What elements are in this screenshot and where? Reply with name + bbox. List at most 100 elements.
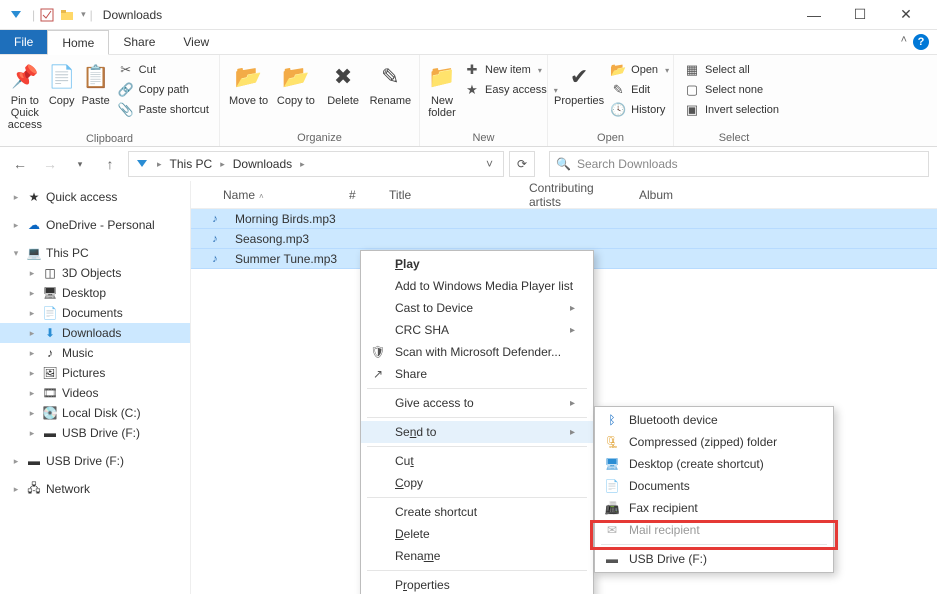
paste-shortcut-button[interactable]: 📎Paste shortcut xyxy=(114,101,213,119)
file-row[interactable]: ♪Morning Birds.mp3 xyxy=(191,209,937,229)
chevron-right-icon[interactable]: ▸ xyxy=(26,328,38,339)
chevron-right-icon[interactable]: ▸ xyxy=(26,428,38,439)
tree-downloads[interactable]: ▸⬇Downloads xyxy=(0,323,190,343)
menu-properties[interactable]: Properties xyxy=(361,574,593,594)
help-icon[interactable]: ? xyxy=(913,34,929,50)
history-button[interactable]: 🕓History xyxy=(606,101,673,119)
tree-quick-access[interactable]: ▸★Quick access xyxy=(0,187,190,207)
open-button[interactable]: 📂Open▾ xyxy=(606,61,673,79)
send-bluetooth[interactable]: ᛒBluetooth device xyxy=(595,409,833,431)
col-name[interactable]: Name˄ xyxy=(191,188,341,202)
tree-3d-objects[interactable]: ▸◫3D Objects xyxy=(0,263,190,283)
chevron-right-icon[interactable]: ▸ xyxy=(26,368,38,379)
menu-add-wmp[interactable]: Add to Windows Media Player list xyxy=(361,275,593,297)
new-folder-button[interactable]: 📁New folder xyxy=(426,59,458,121)
chevron-right-icon[interactable]: ▸ xyxy=(10,456,22,467)
chevron-right-icon[interactable]: ▸ xyxy=(26,268,38,279)
properties-button[interactable]: ✔Properties xyxy=(554,59,604,109)
col-number[interactable]: # xyxy=(341,188,381,202)
forward-button[interactable]: → xyxy=(38,152,62,176)
tab-home[interactable]: Home xyxy=(47,30,109,55)
chevron-right-icon[interactable]: ▸ xyxy=(26,348,38,359)
copy-to-button[interactable]: 📂Copy to xyxy=(273,59,318,109)
menu-send-to[interactable]: Send to▸ xyxy=(361,421,593,443)
move-to-button[interactable]: 📂Move to xyxy=(226,59,271,109)
chevron-right-icon[interactable]: ▸ xyxy=(155,159,164,170)
tree-videos[interactable]: ▸🎞Videos xyxy=(0,383,190,403)
collapse-ribbon-icon[interactable]: ˄ xyxy=(895,30,913,54)
tree-music[interactable]: ▸♪Music xyxy=(0,343,190,363)
nav-tree[interactable]: ▸★Quick access ▸☁OneDrive - Personal ▾💻T… xyxy=(0,181,190,594)
up-button[interactable]: ↑ xyxy=(98,152,122,176)
menu-cast[interactable]: Cast to Device▸ xyxy=(361,297,593,319)
properties-qat-icon[interactable] xyxy=(39,7,55,23)
menu-defender[interactable]: 🛡Scan with Microsoft Defender... xyxy=(361,341,593,363)
back-button[interactable]: ← xyxy=(8,152,32,176)
send-fax[interactable]: 📠Fax recipient xyxy=(595,497,833,519)
chevron-down-icon[interactable]: ▾ xyxy=(10,248,22,259)
easy-access-button[interactable]: ★Easy access▾ xyxy=(460,81,562,99)
chevron-right-icon[interactable]: ▸ xyxy=(26,388,38,399)
chevron-right-icon[interactable]: ▸ xyxy=(26,288,38,299)
menu-share[interactable]: ↗Share xyxy=(361,363,593,385)
chevron-right-icon[interactable]: ▸ xyxy=(26,408,38,419)
invert-selection-button[interactable]: ▣Invert selection xyxy=(680,101,783,119)
file-row[interactable]: ♪Seasong.mp3 xyxy=(191,229,937,249)
chevron-right-icon[interactable]: ▸ xyxy=(298,159,307,170)
close-button[interactable]: ✕ xyxy=(883,0,929,30)
refresh-button[interactable]: ⟳ xyxy=(509,151,535,177)
chevron-right-icon[interactable]: ▸ xyxy=(10,192,22,203)
tab-view[interactable]: View xyxy=(169,30,223,54)
menu-copy[interactable]: Copy xyxy=(361,472,593,494)
send-usb-drive[interactable]: ▬USB Drive (F:) xyxy=(595,548,833,570)
down-arrow-icon[interactable] xyxy=(8,7,24,23)
col-album[interactable]: Album xyxy=(631,188,711,202)
send-zip[interactable]: 🗜Compressed (zipped) folder xyxy=(595,431,833,453)
recent-locations-button[interactable]: ▾ xyxy=(68,152,92,176)
new-item-button[interactable]: ✚New item▾ xyxy=(460,61,562,79)
select-all-button[interactable]: ▦Select all xyxy=(680,61,783,79)
send-desktop[interactable]: 🖥Desktop (create shortcut) xyxy=(595,453,833,475)
chevron-right-icon[interactable]: ▸ xyxy=(26,308,38,319)
menu-rename[interactable]: Rename xyxy=(361,545,593,567)
delete-button[interactable]: ✖Delete xyxy=(321,59,366,109)
tree-network[interactable]: ▸🖧Network xyxy=(0,479,190,499)
tree-documents[interactable]: ▸📄Documents xyxy=(0,303,190,323)
crumb-thispc[interactable]: This PC xyxy=(164,157,219,171)
tree-usb-drive-root[interactable]: ▸▬USB Drive (F:) xyxy=(0,451,190,471)
tree-pictures[interactable]: ▸🖼Pictures xyxy=(0,363,190,383)
chevron-right-icon[interactable]: ▸ xyxy=(10,484,22,495)
col-title[interactable]: Title xyxy=(381,188,521,202)
minimize-button[interactable]: — xyxy=(791,0,837,30)
crumb-downloads[interactable]: Downloads xyxy=(227,157,298,171)
pin-to-quick-access-button[interactable]: 📌 Pin to Quick access xyxy=(6,59,44,133)
tab-share[interactable]: Share xyxy=(109,30,169,54)
qat-dropdown-icon[interactable]: ▾ xyxy=(81,9,86,20)
breadcrumb[interactable]: ▸ This PC ▸ Downloads ▸ ˅ xyxy=(128,151,504,177)
folder-qat-icon[interactable] xyxy=(59,7,75,23)
tree-local-disk[interactable]: ▸💽Local Disk (C:) xyxy=(0,403,190,423)
chevron-right-icon[interactable]: ▸ xyxy=(218,159,227,170)
send-documents[interactable]: 📄Documents xyxy=(595,475,833,497)
chevron-right-icon[interactable]: ▸ xyxy=(10,220,22,231)
menu-give-access[interactable]: Give access to▸ xyxy=(361,392,593,414)
select-none-button[interactable]: ▢Select none xyxy=(680,81,783,99)
rename-button[interactable]: ✎Rename xyxy=(368,59,413,109)
breadcrumb-dropdown-icon[interactable]: ˅ xyxy=(480,157,499,171)
tree-this-pc[interactable]: ▾💻This PC xyxy=(0,243,190,263)
menu-delete[interactable]: Delete xyxy=(361,523,593,545)
cut-button[interactable]: ✂Cut xyxy=(114,61,213,79)
menu-cut[interactable]: Cut xyxy=(361,450,593,472)
menu-crc-sha[interactable]: CRC SHA▸ xyxy=(361,319,593,341)
edit-button[interactable]: ✎Edit xyxy=(606,81,673,99)
tree-usb-drive[interactable]: ▸▬USB Drive (F:) xyxy=(0,423,190,443)
copy-button[interactable]: 📄 Copy xyxy=(46,59,78,109)
menu-create-shortcut[interactable]: Create shortcut xyxy=(361,501,593,523)
tree-desktop[interactable]: ▸🖥Desktop xyxy=(0,283,190,303)
paste-button[interactable]: 📋 Paste xyxy=(80,59,112,109)
col-contributing-artists[interactable]: Contributing artists xyxy=(521,181,631,209)
tree-onedrive[interactable]: ▸☁OneDrive - Personal xyxy=(0,215,190,235)
copy-path-button[interactable]: 🔗Copy path xyxy=(114,81,213,99)
tab-file[interactable]: File xyxy=(0,30,47,54)
maximize-button[interactable]: ☐ xyxy=(837,0,883,30)
